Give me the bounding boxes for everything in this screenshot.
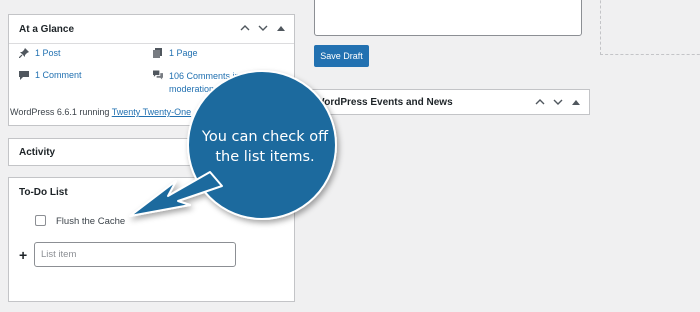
callout-text: You can check off the list items. bbox=[180, 127, 350, 167]
callout-overlay bbox=[129, 70, 337, 220]
callout-text-line2: the list items. bbox=[215, 149, 315, 165]
callout-text-line1: You can check off bbox=[201, 129, 329, 145]
